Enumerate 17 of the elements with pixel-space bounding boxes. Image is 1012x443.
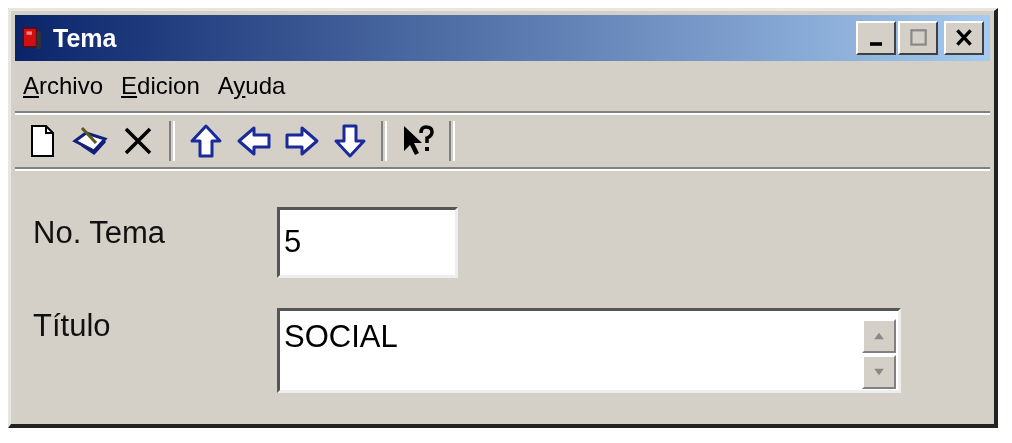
minimize-button[interactable]: [856, 21, 896, 55]
text-area[interactable]: SOCIAL: [277, 308, 901, 393]
field-label: Título: [33, 308, 112, 344]
menu-item[interactable]: Edicion: [119, 72, 202, 100]
close-button[interactable]: [944, 21, 984, 55]
scroll-down-button[interactable]: [862, 355, 896, 389]
minimize-icon: [870, 42, 882, 46]
field-label: No. Tema: [33, 214, 167, 251]
book-icon: [21, 26, 43, 50]
menu-item[interactable]: Ayuda: [215, 72, 288, 100]
maximize-icon: [907, 27, 929, 49]
close-icon: [953, 27, 975, 49]
maximize-button[interactable]: [898, 21, 938, 55]
menu-item[interactable]: Archivo: [21, 72, 106, 100]
scroll-up-button[interactable]: [862, 319, 896, 353]
input-field[interactable]: 5: [277, 207, 458, 278]
window-title: Tema: [53, 23, 117, 53]
